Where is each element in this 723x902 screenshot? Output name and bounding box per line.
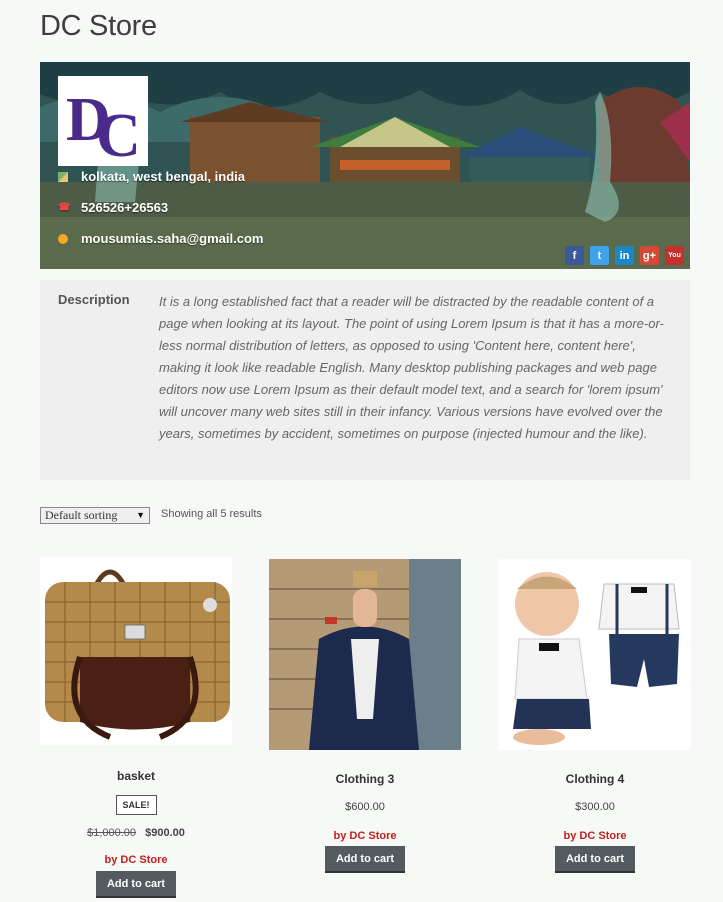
phone-text: 526526+26563 [81, 200, 169, 215]
sorting-select[interactable]: Default sorting ▼ [40, 507, 150, 524]
sorting-value: Default sorting [45, 508, 118, 522]
add-to-cart-button[interactable]: Add to cart [324, 846, 406, 873]
product-name[interactable]: Clothing 3 [269, 772, 461, 786]
store-phone: ☎ 526526+26563 [58, 200, 168, 215]
product-price: $1,000.00 $900.00 [40, 827, 232, 839]
add-to-cart-button[interactable]: Add to cart [554, 846, 636, 873]
sale-badge: SALE! [115, 795, 157, 815]
vendor-link[interactable]: by DC Store [40, 854, 232, 866]
product-card: basket SALE! $1,000.00 $900.00 by DC Sto… [40, 557, 232, 898]
product-image[interactable] [269, 559, 461, 750]
results-count: Showing all 5 results [161, 508, 262, 520]
map-icon [58, 171, 68, 182]
product-price: $300.00 [575, 801, 615, 813]
linkedin-icon[interactable]: in [615, 246, 634, 265]
email-icon [58, 233, 68, 244]
twitter-icon[interactable]: t [590, 246, 609, 265]
product-name[interactable]: basket [40, 769, 232, 783]
sale-price: $900.00 [145, 827, 185, 839]
email-text[interactable]: mousumias.saha@gmail.com [81, 231, 263, 246]
vendor-link[interactable]: by DC Store [499, 830, 691, 842]
description-text: It is a long established fact that a rea… [159, 294, 664, 441]
product-card: Clothing 4 $300.00 by DC Store Add to ca… [499, 559, 691, 873]
old-price: $1,000.00 [87, 827, 137, 839]
store-description: Description It is a long established fac… [40, 280, 690, 480]
product-image[interactable] [499, 559, 691, 750]
store-logo: D C [58, 76, 148, 166]
phone-icon: ☎ [58, 201, 71, 213]
chevron-down-icon: ▼ [136, 510, 145, 520]
product-image[interactable] [40, 557, 232, 745]
description-label: Description [58, 292, 130, 307]
store-title: DC Store [40, 10, 157, 42]
product-name[interactable]: Clothing 4 [499, 772, 691, 786]
store-banner: D C kolkata, west bengal, india ☎ 526526… [40, 62, 690, 269]
product-price: $600.00 [345, 801, 385, 813]
store-email: mousumias.saha@gmail.com [58, 231, 263, 246]
product-card: Clothing 3 $600.00 by DC Store Add to ca… [269, 559, 461, 873]
youtube-icon[interactable]: You [665, 246, 684, 265]
svg-text:C: C [96, 102, 141, 164]
add-to-cart-button[interactable]: Add to cart [95, 871, 177, 898]
location-text: kolkata, west bengal, india [81, 169, 245, 184]
facebook-icon[interactable]: f [565, 246, 584, 265]
store-location: kolkata, west bengal, india [58, 169, 245, 184]
vendor-link[interactable]: by DC Store [269, 830, 461, 842]
social-links: f t in g+ You [565, 246, 684, 265]
google-plus-icon[interactable]: g+ [640, 246, 659, 265]
